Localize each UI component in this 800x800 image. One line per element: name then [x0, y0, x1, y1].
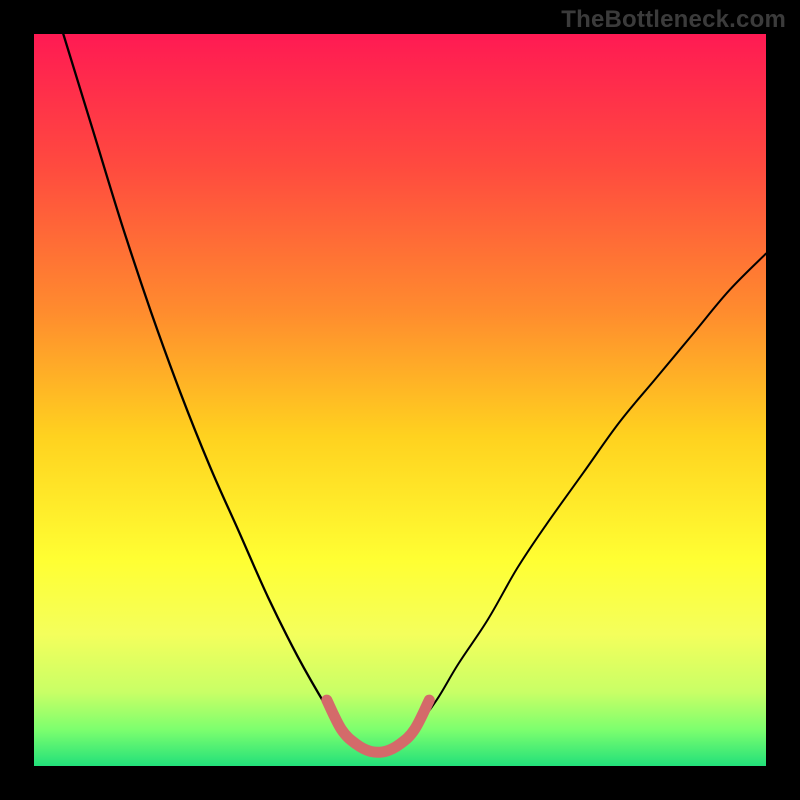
curve-overlay-floor [327, 700, 430, 752]
curve-layer [34, 34, 766, 766]
watermark-text: TheBottleneck.com [561, 6, 786, 34]
curve-left-branch [63, 34, 356, 744]
plot-area [34, 34, 766, 766]
chart-frame: TheBottleneck.com [0, 0, 800, 800]
curve-right-branch [400, 254, 766, 744]
